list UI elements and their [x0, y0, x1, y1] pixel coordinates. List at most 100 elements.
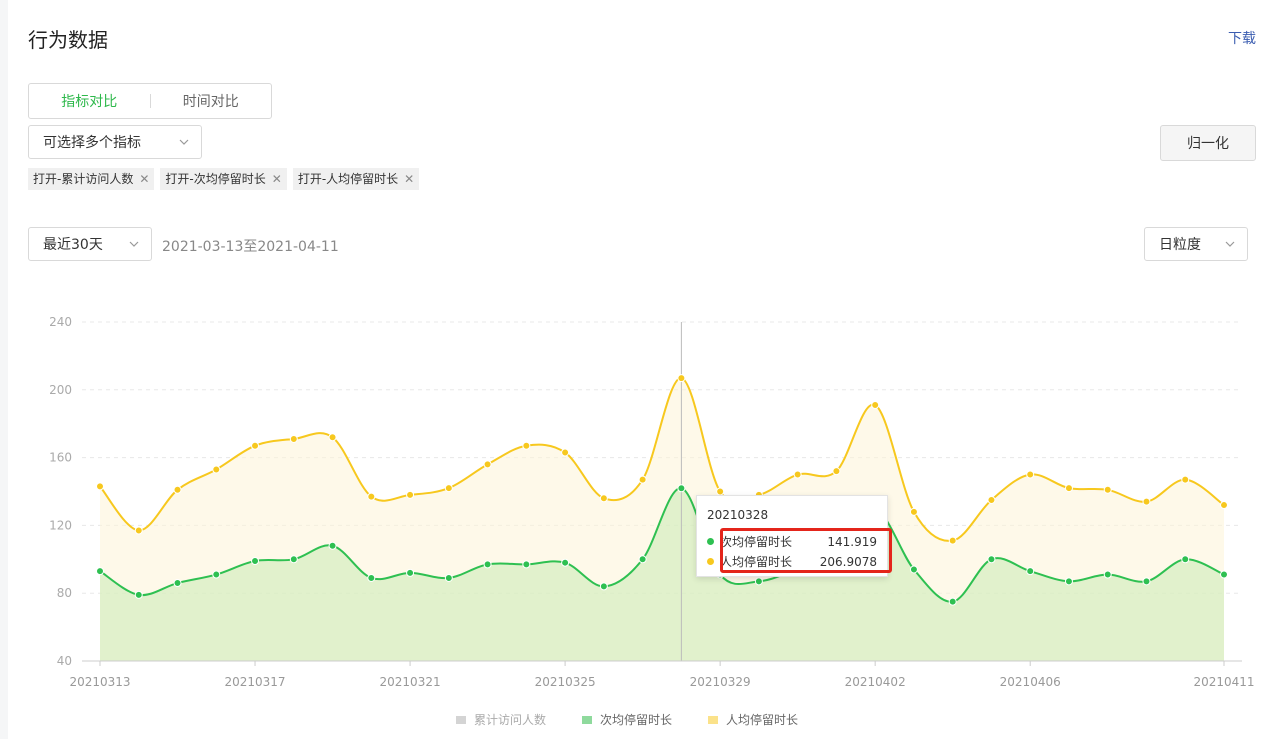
data-point [483, 560, 492, 569]
data-point [871, 401, 880, 410]
chevron-down-icon [129, 241, 139, 247]
download-link[interactable]: 下载 [1228, 28, 1256, 48]
series-dot-icon [707, 538, 714, 545]
x-tick-label: 20210411 [1193, 675, 1254, 689]
close-icon[interactable]: ✕ [404, 170, 414, 188]
data-point [638, 475, 647, 484]
chart-legend: 累计访问人数 次均停留时长 人均停留时长 [456, 711, 798, 728]
data-point [1064, 484, 1073, 493]
data-point [444, 484, 453, 493]
data-point [909, 507, 918, 516]
metric-tag: 打开-次均停留时长 ✕ [160, 168, 287, 190]
data-point [483, 460, 492, 469]
data-point [561, 448, 570, 457]
x-tick-label: 20210329 [690, 675, 751, 689]
data-point [987, 555, 996, 564]
tab-metric-compare[interactable]: 指标对比 [29, 91, 150, 111]
data-point [444, 573, 453, 582]
data-point [328, 433, 337, 442]
data-point [96, 482, 104, 491]
data-point [561, 558, 570, 567]
data-point [599, 582, 608, 591]
data-point [522, 441, 531, 450]
compare-mode-switch: 指标对比 时间对比 [28, 83, 272, 119]
x-tick-label: 20210325 [535, 675, 596, 689]
data-point [1181, 555, 1190, 564]
data-point [289, 555, 298, 564]
series-dot-icon [707, 558, 714, 565]
page-title: 行为数据 [28, 28, 108, 52]
legend-label: 次均停留时长 [600, 713, 673, 727]
data-point [96, 567, 104, 576]
y-tick-label: 120 [49, 518, 72, 532]
selected-metric-tags: 打开-累计访问人数 ✕ 打开-次均停留时长 ✕ 打开-人均停留时长 ✕ [28, 168, 420, 190]
data-point [367, 492, 376, 501]
normalize-button[interactable]: 归一化 [1160, 125, 1256, 161]
highlight-box [720, 528, 892, 573]
close-icon[interactable]: ✕ [139, 170, 149, 188]
y-tick-label: 160 [49, 451, 72, 465]
metric-tag-label: 打开-人均停留时长 [297, 172, 399, 186]
y-tick-label: 80 [57, 586, 72, 600]
chevron-down-icon [179, 139, 189, 145]
metric-tag: 打开-累计访问人数 ✕ [28, 168, 155, 190]
data-point [406, 568, 415, 577]
legend-swatch [708, 715, 719, 724]
y-tick-label: 240 [49, 315, 72, 329]
data-point [522, 560, 531, 569]
y-tick-label: 200 [49, 383, 72, 397]
data-point [251, 441, 260, 450]
data-point [599, 494, 608, 503]
data-point [212, 570, 221, 579]
legend-item[interactable]: 人均停留时长 [708, 711, 798, 728]
line-chart[interactable]: 40 80 120 160 200 240 20210313 20210317 20210321… [0, 300, 1287, 700]
tab-time-compare[interactable]: 时间对比 [151, 91, 272, 111]
data-point [638, 555, 647, 564]
data-point [1064, 577, 1073, 586]
data-point [716, 487, 725, 496]
granularity-select-value: 日粒度 [1159, 237, 1201, 253]
data-point [1026, 567, 1035, 576]
legend-swatch [456, 715, 466, 724]
data-point [251, 556, 260, 565]
legend-item[interactable]: 次均停留时长 [582, 711, 672, 728]
metric-select[interactable]: 可选择多个指标 [28, 125, 202, 159]
data-point [793, 470, 802, 479]
x-tick-label: 20210406 [1000, 675, 1061, 689]
data-point [948, 597, 957, 606]
data-point [173, 579, 182, 588]
close-icon[interactable]: ✕ [272, 170, 282, 188]
data-point [948, 536, 957, 545]
data-point [289, 434, 298, 443]
legend-item[interactable]: 累计访问人数 [456, 711, 546, 728]
data-point [1142, 497, 1151, 506]
metric-select-placeholder: 可选择多个指标 [43, 135, 141, 151]
data-point [1220, 501, 1228, 510]
data-point [754, 577, 763, 586]
data-point [1220, 570, 1228, 579]
data-point [1103, 570, 1112, 579]
data-point [677, 374, 686, 383]
date-range-text: 2021-03-13至2021-04-11 [162, 239, 339, 255]
data-point [1181, 475, 1190, 484]
data-point [328, 541, 337, 550]
chevron-down-icon [1225, 241, 1235, 247]
x-tick-label: 20210321 [380, 675, 441, 689]
data-point [987, 495, 996, 504]
x-tick-label: 20210402 [845, 675, 906, 689]
metric-tag-label: 打开-累计访问人数 [33, 172, 134, 186]
data-point [1103, 485, 1112, 494]
period-select[interactable]: 最近30天 [28, 227, 152, 261]
x-tick-label: 20210313 [69, 675, 130, 689]
data-point [406, 490, 415, 499]
period-select-value: 最近30天 [43, 237, 103, 253]
granularity-select[interactable]: 日粒度 [1144, 227, 1248, 261]
data-point [909, 565, 918, 574]
data-point [832, 467, 841, 476]
data-point [677, 484, 686, 493]
metric-tag-label: 打开-次均停留时长 [165, 172, 266, 186]
y-tick-label: 40 [57, 654, 72, 668]
legend-label: 人均停留时长 [726, 713, 799, 727]
x-tick-label: 20210317 [224, 675, 285, 689]
legend-label: 累计访问人数 [474, 713, 547, 727]
